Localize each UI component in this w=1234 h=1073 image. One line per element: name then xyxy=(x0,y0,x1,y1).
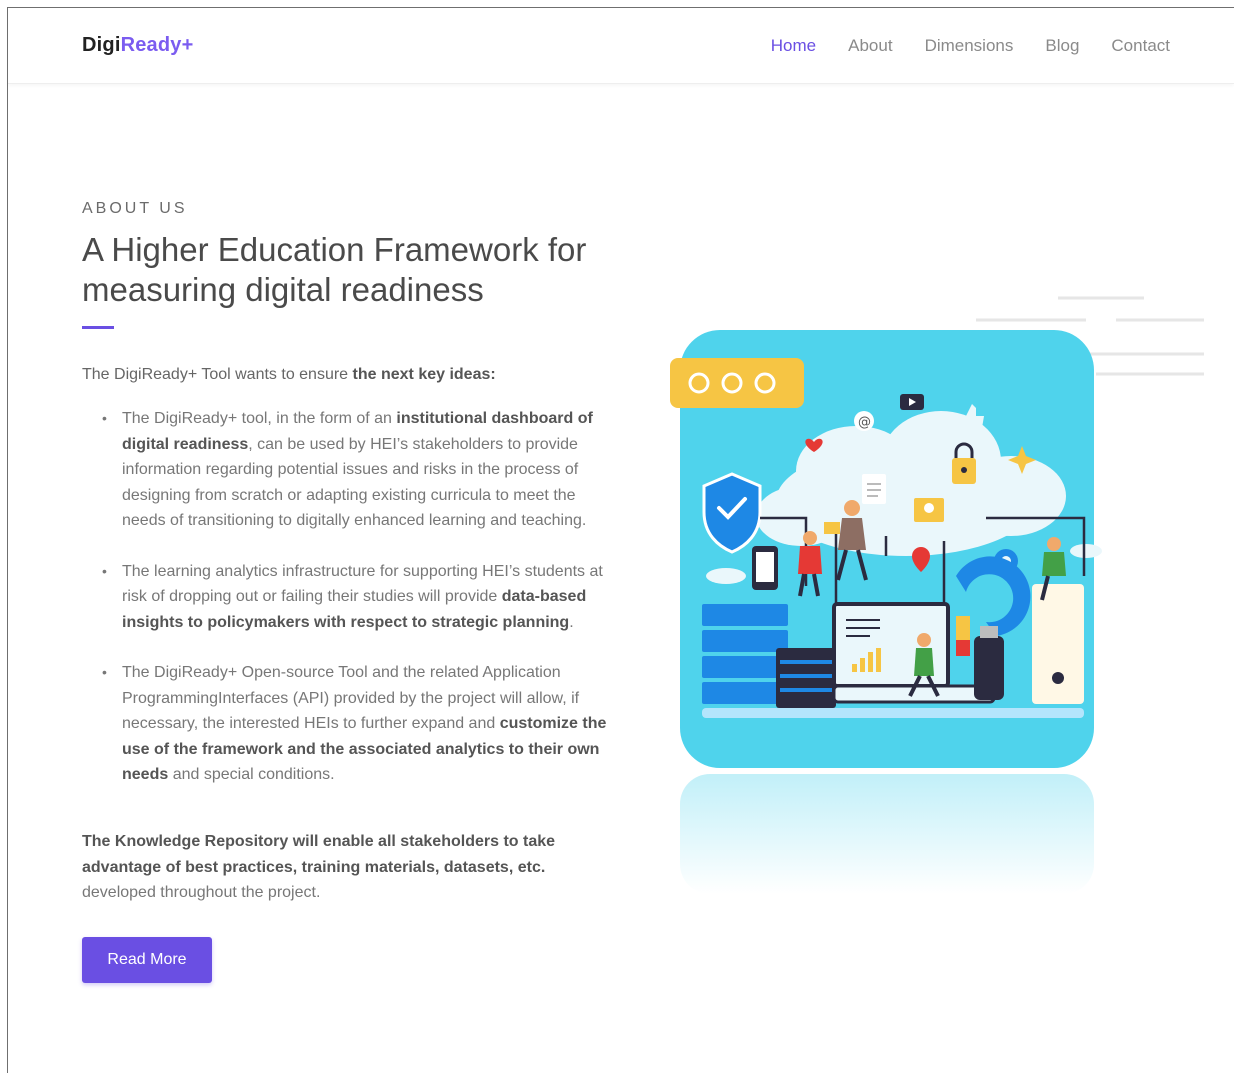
key-ideas-list: The DigiReady+ tool, in the form of an i… xyxy=(82,406,622,813)
intro-bold: the next key ideas: xyxy=(352,366,496,383)
accent-divider xyxy=(82,326,114,329)
closing-bold: The Knowledge Repository will enable all… xyxy=(82,833,556,876)
nav-dimensions[interactable]: Dimensions xyxy=(925,36,1014,56)
closing-text: The Knowledge Repository will enable all… xyxy=(82,829,582,906)
idea-text: . xyxy=(569,613,574,631)
site-header: DigiReady+ Home About Dimensions Blog Co… xyxy=(8,8,1234,84)
idea-text: The DigiReady+ tool, in the form of an xyxy=(122,410,397,427)
svg-text:@: @ xyxy=(858,415,871,430)
intro-plain: The DigiReady+ Tool wants to ensure xyxy=(82,366,353,383)
section-eyebrow: ABOUT US xyxy=(82,200,188,217)
intro-text: The DigiReady+ Tool wants to ensure the … xyxy=(82,366,622,384)
cloud-shape xyxy=(1070,544,1102,558)
illustration-reflection xyxy=(680,774,1094,894)
list-item: The DigiReady+ tool, in the form of an i… xyxy=(82,406,622,534)
nav-blog[interactable]: Blog xyxy=(1045,36,1079,56)
site-logo[interactable]: DigiReady+ xyxy=(82,34,194,57)
nav-about[interactable]: About xyxy=(848,36,892,56)
usb-drive-icon xyxy=(974,636,1004,700)
pc-tower xyxy=(1032,584,1084,704)
logo-text-primary: Digi xyxy=(82,34,121,56)
cloud-shape xyxy=(706,568,746,584)
nav-contact[interactable]: Contact xyxy=(1111,36,1170,56)
main-nav: Home About Dimensions Blog Contact xyxy=(771,36,1170,56)
list-item: The DigiReady+ Open-source Tool and the … xyxy=(82,660,622,788)
list-item: The learning analytics infrastructure fo… xyxy=(82,559,622,636)
closing-plain: developed throughout the project. xyxy=(82,884,321,901)
section-headline: A Higher Education Framework for measuri… xyxy=(82,231,587,308)
nav-home[interactable]: Home xyxy=(771,36,816,56)
desk-surface xyxy=(702,708,1084,718)
digital-readiness-illustration: @ xyxy=(670,296,1204,894)
idea-text: and special conditions. xyxy=(168,766,335,783)
read-more-button[interactable]: Read More xyxy=(82,937,212,983)
envelope-icon xyxy=(824,522,840,534)
page-frame: DigiReady+ Home About Dimensions Blog Co… xyxy=(7,7,1234,1073)
logo-text-accent: Ready+ xyxy=(120,34,194,56)
